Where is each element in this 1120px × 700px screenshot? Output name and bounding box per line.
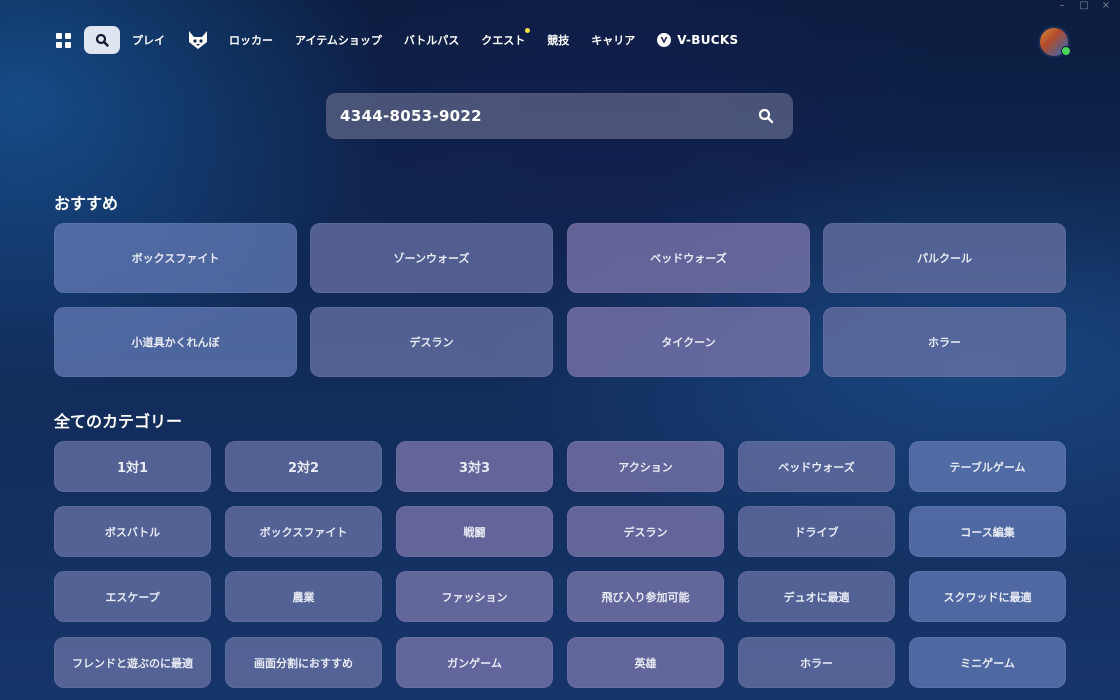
vbucks-icon xyxy=(657,33,672,47)
nav-item-career[interactable]: キャリア xyxy=(591,32,635,48)
featured-tile[interactable]: ベッドウォーズ xyxy=(567,223,810,293)
category-tile[interactable]: スクワッドに最適 xyxy=(909,571,1066,622)
online-status-indicator xyxy=(1061,46,1071,56)
categories-section-title: 全てのカテゴリー xyxy=(54,412,183,431)
category-tile[interactable]: ガンゲーム xyxy=(396,637,553,688)
island-code-search xyxy=(326,93,793,139)
featured-tile[interactable]: ゾーンウォーズ xyxy=(310,223,553,293)
nav-search-button[interactable] xyxy=(84,26,120,54)
nav-item-play[interactable]: プレイ xyxy=(132,32,165,48)
nav-item-quests[interactable]: クエスト xyxy=(481,28,531,48)
category-tile[interactable]: デスラン xyxy=(567,506,724,557)
category-tile[interactable]: 3対3 xyxy=(396,441,553,492)
minimize-button[interactable]: – xyxy=(1056,0,1068,12)
search-icon xyxy=(758,108,774,124)
featured-tile[interactable]: 小道具かくれんぼ xyxy=(54,307,297,377)
maximize-button[interactable]: □ xyxy=(1078,0,1090,12)
category-tile[interactable]: ベッドウォーズ xyxy=(738,441,895,492)
search-submit-button[interactable] xyxy=(757,107,775,125)
featured-tile[interactable]: デスラン xyxy=(310,307,553,377)
nav-item-locker[interactable]: ロッカー xyxy=(229,32,273,48)
apps-grid-icon[interactable] xyxy=(54,31,72,49)
category-tile[interactable]: コース編集 xyxy=(909,506,1066,557)
fox-logo-icon[interactable] xyxy=(187,30,209,50)
category-tile[interactable]: ファッション xyxy=(396,571,553,622)
nav-item-competitive[interactable]: 競技 xyxy=(547,32,569,48)
vbucks-button[interactable]: V-BUCKS xyxy=(657,33,738,47)
featured-tile[interactable]: ホラー xyxy=(823,307,1066,377)
nav-item-battle-pass[interactable]: バトルパス xyxy=(404,32,459,48)
category-tile[interactable]: ボックスファイト xyxy=(225,506,382,557)
window-controls: – □ × xyxy=(1056,0,1112,12)
category-tile[interactable]: ミニゲーム xyxy=(909,637,1066,688)
nav-item-item-shop[interactable]: アイテムショップ xyxy=(295,32,382,48)
top-nav: プレイ ロッカー アイテムショップ バトルパス クエスト 競技 キャリア V-B… xyxy=(54,26,1074,54)
category-tile[interactable]: アクション xyxy=(567,441,724,492)
search-input[interactable] xyxy=(338,106,757,126)
search-icon xyxy=(95,33,109,47)
category-tile[interactable]: ドライブ xyxy=(738,506,895,557)
featured-section-title: おすすめ xyxy=(54,194,119,213)
category-tile[interactable]: 戦闘 xyxy=(396,506,553,557)
category-tile[interactable]: 2対2 xyxy=(225,441,382,492)
category-tile[interactable]: 英雄 xyxy=(567,637,724,688)
avatar[interactable] xyxy=(1038,26,1071,58)
nav-item-quests-label: クエスト xyxy=(481,34,526,47)
category-tile[interactable]: デュオに最適 xyxy=(738,571,895,622)
category-tile[interactable]: 農業 xyxy=(225,571,382,622)
notification-dot xyxy=(525,28,531,33)
featured-tile[interactable]: パルクール xyxy=(823,223,1066,293)
close-button[interactable]: × xyxy=(1100,0,1112,12)
featured-tile[interactable]: タイクーン xyxy=(567,307,810,377)
category-tile[interactable]: 1対1 xyxy=(54,441,211,492)
category-tile[interactable]: ボスバトル xyxy=(54,506,211,557)
category-tile[interactable]: テーブルゲーム xyxy=(909,441,1066,492)
category-tile[interactable]: エスケープ xyxy=(54,571,211,622)
vbucks-label: V-BUCKS xyxy=(677,33,739,47)
featured-tile[interactable]: ボックスファイト xyxy=(54,223,297,293)
category-tile[interactable]: 画面分割におすすめ xyxy=(225,637,382,688)
category-tile[interactable]: 飛び入り参加可能 xyxy=(567,571,724,622)
category-tile[interactable]: フレンドと遊ぶのに最適 xyxy=(54,637,211,688)
category-tile[interactable]: ホラー xyxy=(738,637,895,688)
